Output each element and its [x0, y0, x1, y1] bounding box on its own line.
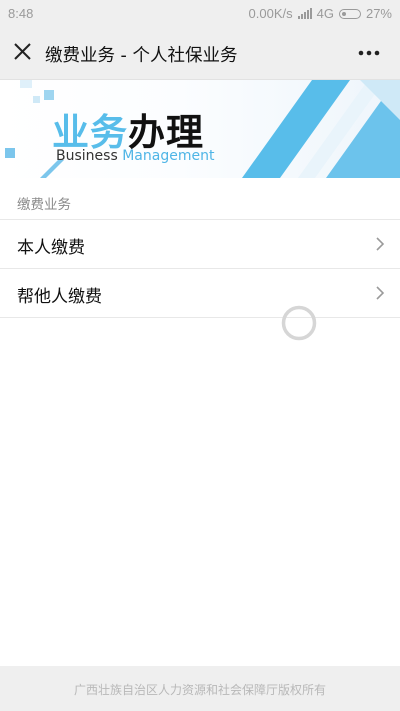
- status-indicators: 0.00K/s 4G 27%: [249, 6, 392, 21]
- banner-subtitle: Business Management: [56, 148, 214, 164]
- signal-icon: [297, 8, 312, 19]
- footer: 广西壮族自治区人力资源和社会保障厅版权所有: [0, 666, 400, 711]
- footer-copyright: 广西壮族自治区人力资源和社会保障厅版权所有: [73, 683, 326, 697]
- page-title: 缴费业务 - 个人社保业务: [45, 46, 238, 66]
- banner: 业务办理 Business Management: [0, 80, 400, 178]
- more-button[interactable]: [356, 41, 384, 65]
- network-speed: 0.00K/s: [248, 6, 293, 21]
- title-bar: 缴费业务 - 个人社保业务: [0, 27, 400, 80]
- status-time: 8:48: [8, 6, 34, 21]
- banner-subtitle-part1: Business: [56, 148, 118, 164]
- close-button[interactable]: [8, 37, 38, 67]
- battery-level: [341, 11, 346, 16]
- status-bar: 8:48 0.00K/s 4G 27%: [0, 0, 400, 27]
- loading-spinner-icon: [281, 305, 317, 341]
- section-title: 缴费业务: [17, 197, 71, 213]
- chevron-right-icon: [376, 286, 385, 300]
- list-item-self-payment[interactable]: 本人缴费: [0, 219, 400, 268]
- more-dots-icon: [358, 50, 380, 56]
- banner-subtitle-part2: Management: [122, 148, 215, 164]
- list-item-pay-for-others[interactable]: 帮他人缴费: [0, 268, 400, 318]
- section-header: 缴费业务: [0, 178, 400, 219]
- battery-percent: 27%: [365, 6, 392, 21]
- close-icon: [14, 43, 31, 60]
- battery-icon: [338, 8, 361, 19]
- list-item-label: 帮他人缴费: [17, 287, 102, 307]
- chevron-right-icon: [376, 237, 385, 251]
- network-type: 4G: [316, 6, 334, 21]
- list-item-label: 本人缴费: [17, 238, 85, 258]
